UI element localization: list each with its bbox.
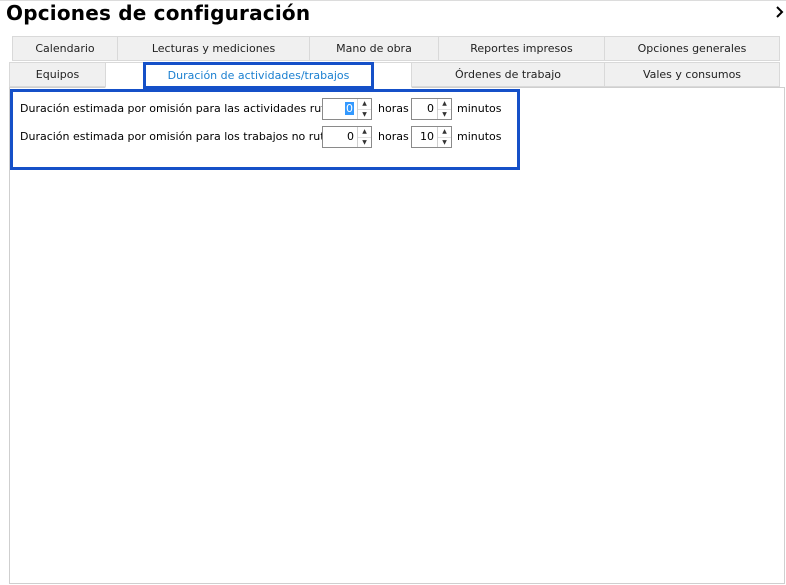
setting-row-rutinarias: Duración estimada por omisión para las a…: [20, 98, 502, 120]
no-rutinarios-minutes-input[interactable]: 10: [412, 127, 437, 147]
spin-up-icon[interactable]: ▲: [438, 99, 451, 109]
no-rutinarios-label: Duración estimada por omisión para los t…: [20, 130, 366, 143]
rutinarias-minutes-input[interactable]: 0: [412, 99, 437, 119]
spin-down-icon[interactable]: ▼: [358, 108, 371, 120]
chevron-right-icon[interactable]: [775, 4, 785, 20]
tab-lecturas-y-mediciones[interactable]: Lecturas y mediciones: [117, 36, 310, 61]
no-rutinarios-hours-stepper[interactable]: 0 ▲ ▼: [322, 126, 372, 148]
spin-down-icon[interactable]: ▼: [438, 108, 451, 120]
tab-duracion-label: Duración de actividades/trabajos: [142, 61, 375, 89]
no-rutinarios-hours-unit: horas: [378, 130, 409, 143]
rutinarias-hours-input[interactable]: 0: [323, 99, 357, 119]
spin-down-icon[interactable]: ▼: [438, 136, 451, 148]
spin-up-icon[interactable]: ▲: [358, 99, 371, 109]
setting-row-no-rutinarios: Duración estimada por omisión para los t…: [20, 126, 502, 148]
tab-content-panel: [9, 87, 785, 584]
spin-down-icon[interactable]: ▼: [358, 136, 371, 148]
tab-opciones-generales[interactable]: Opciones generales: [604, 36, 780, 61]
tab-ordenes-de-trabajo[interactable]: Órdenes de trabajo: [411, 62, 605, 87]
no-rutinarios-minutes-unit: minutos: [457, 130, 502, 143]
no-rutinarios-minutes-stepper[interactable]: 10 ▲ ▼: [411, 126, 452, 148]
tab-duracion-actividades-trabajos[interactable]: Duración de actividades/trabajos: [105, 61, 412, 89]
spin-up-icon[interactable]: ▲: [358, 127, 371, 137]
rutinarias-minutes-unit: minutos: [457, 102, 502, 115]
spin-up-icon[interactable]: ▲: [438, 127, 451, 137]
tab-calendario[interactable]: Calendario: [12, 36, 118, 61]
page-title: Opciones de configuración: [6, 1, 311, 25]
rutinarias-minutes-stepper[interactable]: 0 ▲ ▼: [411, 98, 452, 120]
tab-reportes-impresos[interactable]: Reportes impresos: [438, 36, 605, 61]
rutinarias-hours-unit: horas: [378, 102, 409, 115]
tab-vales-y-consumos[interactable]: Vales y consumos: [604, 62, 780, 87]
tab-equipos[interactable]: Equipos: [9, 62, 106, 87]
rutinarias-label: Duración estimada por omisión para las a…: [20, 102, 367, 115]
no-rutinarios-hours-input[interactable]: 0: [323, 127, 357, 147]
tab-mano-de-obra[interactable]: Mano de obra: [309, 36, 439, 61]
rutinarias-hours-stepper[interactable]: 0 ▲ ▼: [322, 98, 372, 120]
